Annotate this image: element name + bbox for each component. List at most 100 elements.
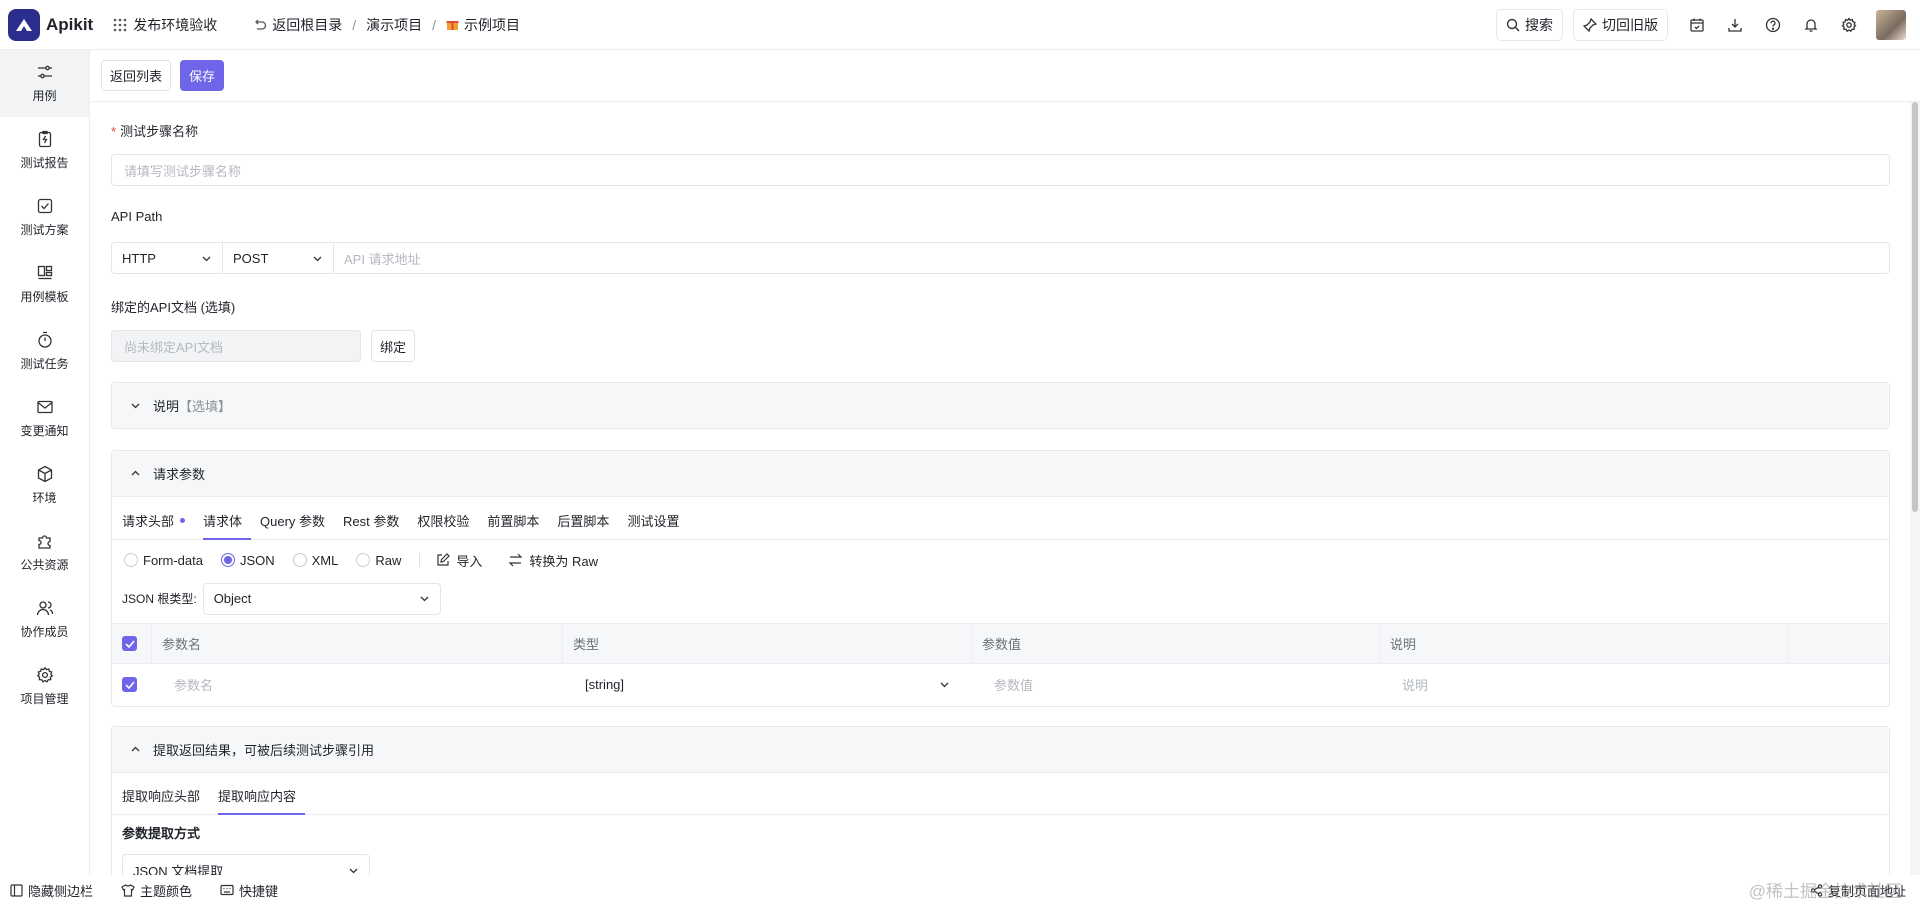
- users-icon: [36, 599, 54, 617]
- radio-form-data[interactable]: Form-data: [124, 553, 203, 568]
- watermark: @稀土掘金技术社区: [1748, 882, 1902, 901]
- json-root-type-label: JSON 根类型:: [122, 592, 197, 606]
- bound-doc-field: 尚未绑定API文档: [111, 330, 361, 362]
- search-icon: [1506, 18, 1520, 32]
- extract-method-label: 参数提取方式: [122, 826, 201, 841]
- hide-sidebar-button[interactable]: 隐藏侧边栏: [10, 881, 93, 900]
- param-description-input[interactable]: 说明: [1380, 664, 1789, 705]
- chevron-down-icon: [201, 253, 212, 264]
- logo[interactable]: Apikit: [8, 8, 93, 41]
- main-content: * 测试步骤名称 请填写测试步骤名称 API Path HTTP POST API…: [111, 102, 1890, 875]
- breadcrumb-project[interactable]: 示例项目: [446, 15, 520, 35]
- column-header-value: 参数值: [972, 624, 1380, 663]
- calendar-icon[interactable]: [1678, 9, 1716, 41]
- shortcuts-button[interactable]: 快捷键: [220, 881, 278, 900]
- main-scrollbar[interactable]: [1910, 102, 1920, 875]
- extract-method-select[interactable]: JSON 文档提取: [122, 854, 370, 875]
- sidebar-item-members[interactable]: 协作成员: [0, 586, 89, 653]
- step-name-label: * 测试步骤名称: [111, 124, 199, 139]
- environment-label: 发布环境验收: [133, 16, 218, 33]
- edit-icon: [436, 553, 451, 567]
- tab-test-settings[interactable]: 测试设置: [627, 511, 688, 539]
- api-path-label: API Path: [111, 209, 163, 224]
- tab-extract-body[interactable]: 提取响应内容: [218, 786, 306, 815]
- table-header-row: 参数名 类型 参数值 说明: [112, 624, 1889, 664]
- tab-pre-script[interactable]: 前置脚本: [487, 511, 548, 539]
- timer-icon: [36, 331, 54, 349]
- breadcrumb-project-group[interactable]: 演示项目: [366, 15, 422, 35]
- row-checkbox[interactable]: [112, 664, 152, 705]
- select-all-checkbox[interactable]: [112, 624, 152, 663]
- scrollbar-thumb[interactable]: [1912, 102, 1918, 512]
- download-icon[interactable]: [1716, 9, 1754, 41]
- param-name-input[interactable]: 参数名: [152, 664, 563, 705]
- request-tabs: 请求头部 请求体 Query 参数 Rest 参数 权限校验 前置脚本 后置脚本…: [112, 497, 1889, 540]
- bind-doc-button[interactable]: 绑定: [371, 330, 416, 362]
- radio-xml[interactable]: XML: [292, 553, 338, 568]
- api-url-input[interactable]: API 请求地址: [334, 249, 421, 268]
- search-button[interactable]: 搜索: [1496, 9, 1563, 41]
- bell-icon[interactable]: [1792, 9, 1830, 41]
- description-panel-header[interactable]: 说明【选填】: [112, 383, 1889, 428]
- check-square-icon: [36, 197, 54, 215]
- chevron-down-icon: [939, 679, 950, 690]
- param-type-select[interactable]: [string]: [563, 664, 972, 705]
- save-button[interactable]: 保存: [180, 60, 225, 91]
- table-row: 参数名 [string] 参数值 说明: [112, 664, 1889, 705]
- request-params-header[interactable]: 请求参数: [112, 451, 1889, 497]
- chevron-up-icon: [130, 744, 141, 755]
- mail-icon: [36, 398, 54, 416]
- json-root-type-row: JSON 根类型: Object: [112, 580, 1889, 617]
- extract-results-panel: 提取返回结果，可被后续测试步骤引用 提取响应头部 提取响应内容 参数提取方式 J…: [111, 726, 1890, 875]
- chevron-up-icon: [130, 468, 141, 479]
- sidebar-item-reports[interactable]: 测试报告: [0, 117, 89, 184]
- tab-rest-params[interactable]: Rest 参数: [343, 511, 408, 539]
- sidebar-item-environment[interactable]: 环境: [0, 452, 89, 519]
- chevron-down-icon: [130, 400, 141, 411]
- tab-query-params[interactable]: Query 参数: [260, 511, 334, 539]
- step-name-input[interactable]: 请填写测试步骤名称: [111, 154, 1890, 186]
- tab-extract-headers[interactable]: 提取响应头部: [122, 786, 209, 814]
- extract-results-header[interactable]: 提取返回结果，可被后续测试步骤引用: [112, 727, 1889, 773]
- sidebar-item-project-settings[interactable]: 项目管理: [0, 653, 89, 720]
- breadcrumb-separator: /: [432, 16, 437, 33]
- radio-raw[interactable]: Raw: [356, 553, 401, 568]
- help-icon[interactable]: [1754, 9, 1792, 41]
- required-mark: *: [111, 124, 117, 139]
- sidebar-item-resources[interactable]: 公共资源: [0, 519, 89, 586]
- method-select[interactable]: POST: [223, 243, 334, 273]
- param-value-input[interactable]: 参数值: [972, 664, 1380, 705]
- modified-dot: [180, 518, 186, 523]
- convert-icon: [508, 553, 523, 567]
- environment-switcher[interactable]: 发布环境验收: [113, 15, 217, 35]
- json-root-type-select[interactable]: Object: [202, 582, 441, 615]
- import-button[interactable]: 导入: [436, 551, 482, 570]
- undo-icon: [253, 18, 267, 32]
- protocol-select[interactable]: HTTP: [112, 243, 223, 273]
- tab-request-body[interactable]: 请求体: [203, 511, 252, 540]
- column-header-actions: [1789, 624, 1889, 663]
- column-header-type: 类型: [563, 624, 972, 663]
- tab-request-headers[interactable]: 请求头部: [122, 511, 194, 539]
- sidebar-item-cases[interactable]: 用例: [0, 50, 89, 117]
- avatar[interactable]: [1876, 10, 1906, 40]
- sidebar-item-notifications[interactable]: 变更通知: [0, 385, 89, 452]
- params-table: 参数名 类型 参数值 说明 参数名 [string] 参数值 说明: [112, 623, 1889, 705]
- radio-json[interactable]: JSON: [220, 553, 275, 568]
- convert-raw-button[interactable]: 转换为 Raw: [508, 551, 598, 570]
- settings-icon[interactable]: [1830, 9, 1868, 41]
- shirt-icon: [121, 883, 135, 897]
- keyboard-icon: [220, 884, 234, 896]
- sidebar-item-plans[interactable]: 测试方案: [0, 184, 89, 251]
- tab-post-script[interactable]: 后置脚本: [557, 511, 618, 539]
- top-bar: Apikit 发布环境验收 返回根目录 / 演示项目 / 示例项目 搜索 切回旧…: [0, 0, 1920, 50]
- switch-old-version-button[interactable]: 切回旧版: [1573, 9, 1668, 41]
- tab-auth[interactable]: 权限校验: [417, 511, 478, 539]
- back-root-link[interactable]: 返回根目录: [253, 15, 342, 35]
- sidebar-item-tasks[interactable]: 测试任务: [0, 318, 89, 385]
- gift-icon: [446, 18, 459, 31]
- sidebar-item-templates[interactable]: 用例模板: [0, 251, 89, 318]
- sliders-icon: [36, 63, 54, 81]
- theme-color-button[interactable]: 主题颜色: [121, 881, 192, 900]
- back-list-button[interactable]: 返回列表: [101, 60, 172, 91]
